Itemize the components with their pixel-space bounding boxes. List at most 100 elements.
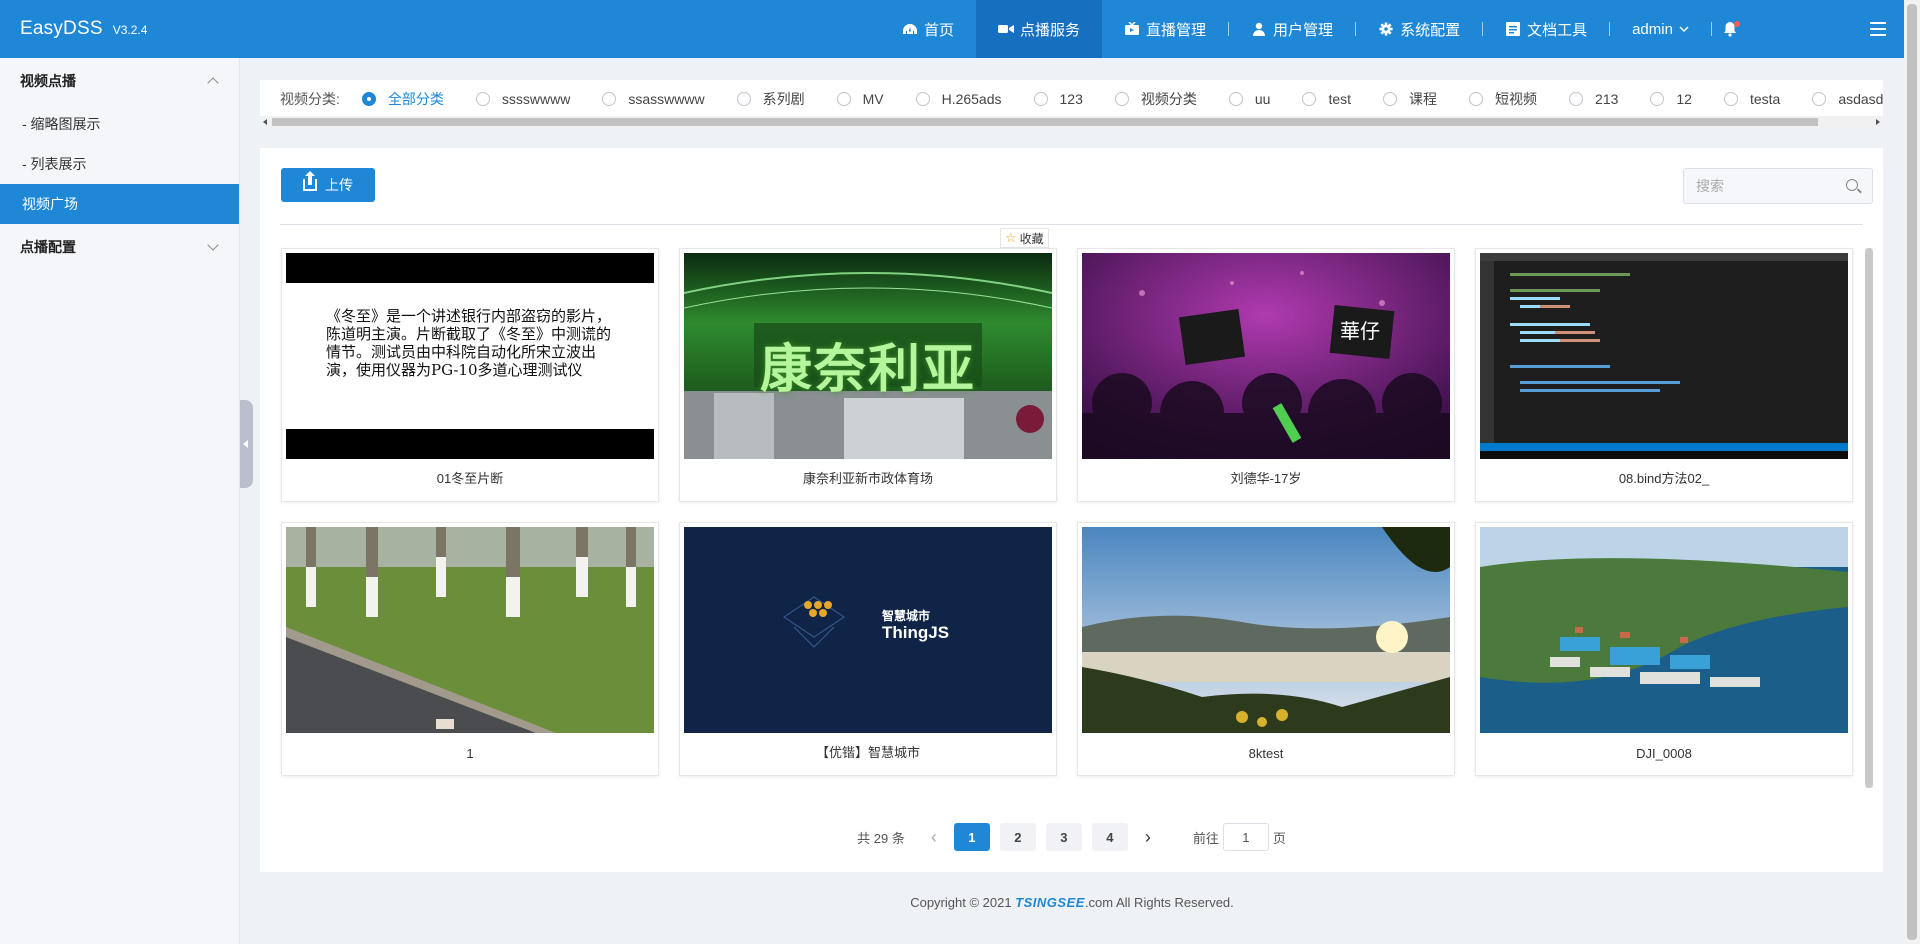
nav-item-doc-tools[interactable]: 文档工具 (1483, 0, 1609, 58)
radio-icon[interactable] (1033, 92, 1048, 106)
video-thumbnail[interactable]: 《冬至》是一个讲述银行内部盗窃的影片，陈道明主演。片断截取了《冬至》中测谎的情节… (286, 253, 654, 459)
category-option-label: 123 (1059, 91, 1083, 107)
video-thumbnail[interactable] (1082, 527, 1450, 733)
scrollbar-thumb[interactable] (1907, 4, 1917, 940)
video-card[interactable]: 康奈利亚 康奈利亚新市政体育场 (679, 248, 1057, 502)
category-option[interactable]: 12 (1650, 91, 1692, 107)
radio-icon[interactable] (915, 92, 930, 106)
scrollbar-thumb[interactable] (1865, 248, 1873, 788)
search-placeholder: 搜索 (1696, 178, 1724, 194)
radio-icon[interactable] (1569, 92, 1584, 106)
search-input[interactable]: 搜索 (1683, 168, 1873, 204)
video-title: DJI_0008 (1636, 746, 1692, 761)
video-card[interactable]: 智慧城市 ThingJS 【优锴】智慧城市 (679, 522, 1057, 776)
category-option[interactable]: MV (836, 91, 884, 107)
category-option[interactable]: 213 (1569, 91, 1618, 107)
category-option[interactable]: 课程 (1383, 89, 1437, 109)
next-page-icon[interactable]: › (1133, 823, 1163, 851)
video-card[interactable]: 08.bind方法02_ (1475, 248, 1853, 502)
radio-icon[interactable] (1650, 92, 1665, 106)
tsingsee-logo[interactable]: TSINGSEE (1015, 895, 1085, 910)
copyright-prefix: Copyright © 2021 (910, 895, 1016, 910)
nav-item-vod-service[interactable]: 点播服务 (976, 0, 1103, 58)
page-button-2[interactable]: 2 (999, 823, 1036, 851)
prev-page-icon[interactable]: ‹ (919, 823, 949, 851)
radio-icon[interactable] (836, 92, 851, 106)
sidebar-group-vod[interactable]: 视频点播 (0, 58, 239, 104)
page-button-4[interactable]: 4 (1091, 823, 1128, 851)
video-title: 01冬至片断 (436, 471, 504, 486)
radio-icon[interactable] (736, 92, 751, 106)
sidebar-group-vod-config[interactable]: 点播配置 (0, 224, 239, 270)
radio-icon[interactable] (602, 92, 617, 106)
category-option[interactable]: testa (1723, 91, 1780, 107)
upload-button[interactable]: 上传 (281, 168, 375, 202)
sidebar-item-thumbnail-view[interactable]: - 缩略图展示 (0, 104, 239, 144)
scroll-left-icon[interactable] (263, 119, 267, 125)
video-thumbnail[interactable] (1480, 253, 1848, 459)
grid-scrollbar[interactable] (1865, 248, 1873, 788)
video-card[interactable]: 1 (281, 522, 659, 776)
chevron-up-icon (207, 77, 219, 89)
category-option[interactable]: 123 (1033, 91, 1083, 107)
nav-item-system-config[interactable]: 系统配置 (1356, 0, 1482, 58)
sidebar-group-label: 点播配置 (20, 239, 76, 255)
notification-button[interactable] (1712, 0, 1748, 58)
category-option[interactable]: 视频分类 (1114, 89, 1197, 109)
nav-item-user-management[interactable]: 用户管理 (1229, 0, 1355, 58)
sidebar-item-video-square[interactable]: 视频广场 (0, 184, 239, 224)
video-thumbnail[interactable]: 康奈利亚 (684, 253, 1052, 459)
page-scrollbar[interactable] (1904, 0, 1920, 944)
video-thumbnail[interactable]: 智慧城市 ThingJS (684, 527, 1052, 733)
video-card[interactable]: 8ktest (1077, 522, 1455, 776)
favorite-button[interactable]: ☆ 收藏 (1000, 228, 1049, 248)
nav-item-home[interactable]: 首页 (880, 0, 976, 58)
category-option[interactable]: test (1302, 91, 1351, 107)
search-icon[interactable] (1846, 179, 1858, 191)
category-option[interactable]: sssswwww (475, 91, 570, 107)
sidebar-collapse-handle[interactable] (240, 400, 253, 488)
video-thumbnail[interactable]: 華仔 (1082, 253, 1450, 459)
category-option[interactable]: uu (1228, 91, 1270, 107)
video-card[interactable]: DJI_0008 (1475, 522, 1853, 776)
sidebar-item-list-view[interactable]: - 列表展示 (0, 144, 239, 184)
page-button-3[interactable]: 3 (1045, 823, 1082, 851)
category-option[interactable]: 短视频 (1469, 89, 1537, 109)
category-option[interactable]: 系列剧 (736, 89, 805, 109)
scroll-right-icon[interactable] (1876, 119, 1880, 125)
category-option-label: 课程 (1409, 91, 1438, 107)
category-option[interactable]: 全部分类 (361, 89, 444, 109)
category-option[interactable]: asdasd (1812, 91, 1883, 107)
radio-icon[interactable] (1469, 92, 1484, 106)
video-title: 1 (466, 746, 474, 761)
menu-toggle-icon[interactable] (1870, 22, 1886, 36)
goto-suffix: 页 (1272, 830, 1286, 846)
category-option[interactable]: ssasswwww (602, 91, 705, 107)
radio-icon[interactable] (361, 92, 376, 106)
user-menu[interactable]: admin (1610, 0, 1711, 58)
video-card[interactable]: 《冬至》是一个讲述银行内部盗窃的影片，陈道明主演。片断截取了《冬至》中测谎的情节… (281, 248, 659, 502)
category-option[interactable]: H.265ads (915, 91, 1002, 107)
video-thumbnail[interactable] (1480, 527, 1848, 733)
radio-icon[interactable] (1114, 92, 1129, 106)
radio-icon[interactable] (1228, 92, 1243, 106)
radio-icon[interactable] (1383, 92, 1398, 106)
horizontal-scrollbar[interactable] (260, 116, 1883, 128)
video-card[interactable]: 華仔 刘德华-17岁 (1077, 248, 1455, 502)
radio-icon[interactable] (1812, 92, 1827, 106)
video-thumbnail[interactable] (286, 527, 654, 733)
scrollbar-thumb[interactable] (272, 118, 1818, 126)
video-camera-icon (998, 25, 1015, 33)
goto-page-input[interactable]: 1 (1222, 823, 1269, 851)
brand[interactable]: EasyDSS V3.2.4 (0, 18, 240, 40)
page-button-1[interactable]: 1 (953, 823, 990, 851)
nav-item-live-management[interactable]: 直播管理 (1102, 0, 1228, 58)
radio-icon[interactable] (1302, 92, 1317, 106)
radio-icon[interactable] (1723, 92, 1738, 106)
notification-dot (1733, 21, 1740, 27)
radio-icon[interactable] (475, 92, 490, 106)
footer: Copyright © 2021 TSINGSEE.com All Rights… (240, 895, 1904, 910)
copyright-suffix: .com All Rights Reserved. (1084, 895, 1234, 910)
thumbnail-text: 《冬至》是一个讲述银行内部盗窃的影片，陈道明主演。片断截取了《冬至》中测谎的情节… (286, 283, 654, 429)
thumbnail-text: 華仔 (1340, 321, 1380, 343)
